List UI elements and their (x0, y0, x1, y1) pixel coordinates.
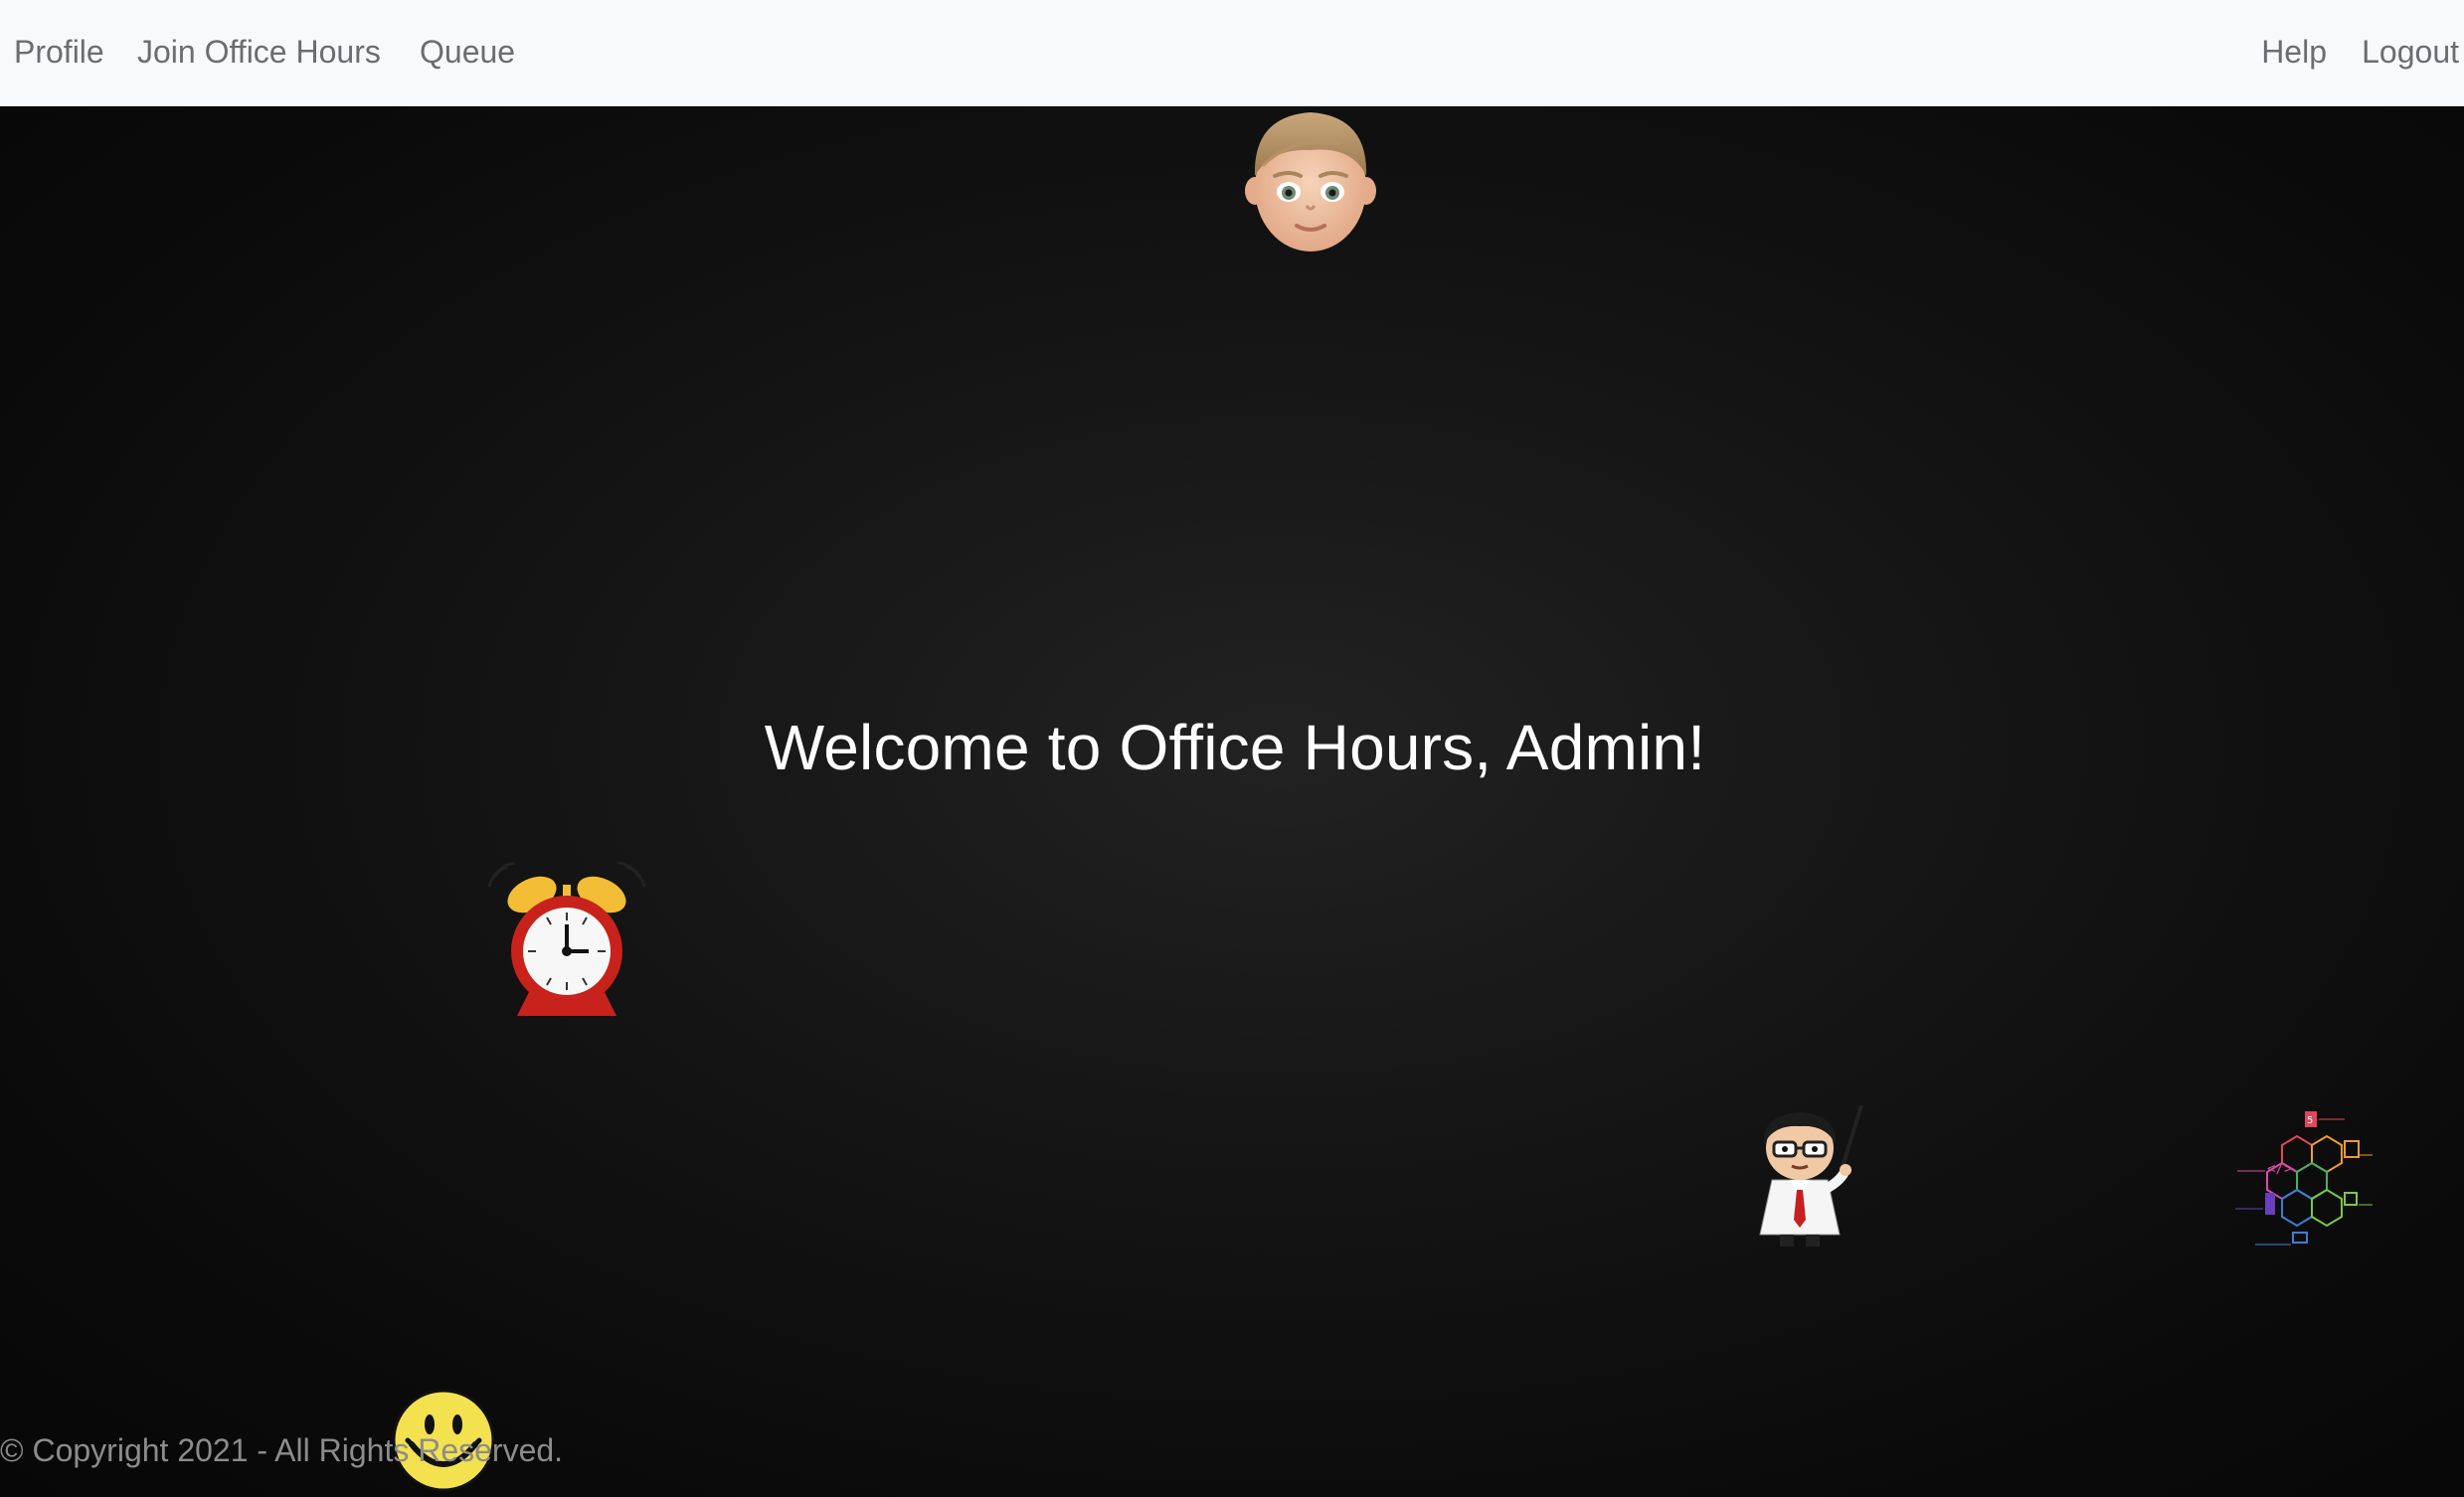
welcome-heading: Welcome to Office Hours, Admin! (764, 712, 1706, 783)
alarm-clock-icon (487, 861, 646, 1016)
nav-join-office-hours-link[interactable]: Join Office Hours (137, 30, 381, 74)
top-navbar: Profile Join Office Hours Queue Help Log… (0, 0, 2464, 106)
professor-cartoon-icon (1759, 1104, 1863, 1247)
memoji-boy-icon (1245, 112, 1376, 251)
hero-section: Welcome to Office Hours, Admin! 5 </> (0, 106, 2464, 1497)
web-skills-hexagon-icon: 5 </> (2235, 1111, 2373, 1246)
nav-profile-link[interactable]: Profile (14, 30, 104, 74)
nav-queue-link[interactable]: Queue (420, 30, 515, 74)
nav-help-link[interactable]: Help (2261, 30, 2327, 74)
nav-logout-link[interactable]: Logout (2362, 30, 2459, 74)
footer-copyright: © Copyright 2021 - All Rights Reserved. (0, 1432, 564, 1468)
svg-text:5: 5 (2307, 1115, 2313, 1126)
svg-text:</>: </> (2267, 1161, 2292, 1177)
